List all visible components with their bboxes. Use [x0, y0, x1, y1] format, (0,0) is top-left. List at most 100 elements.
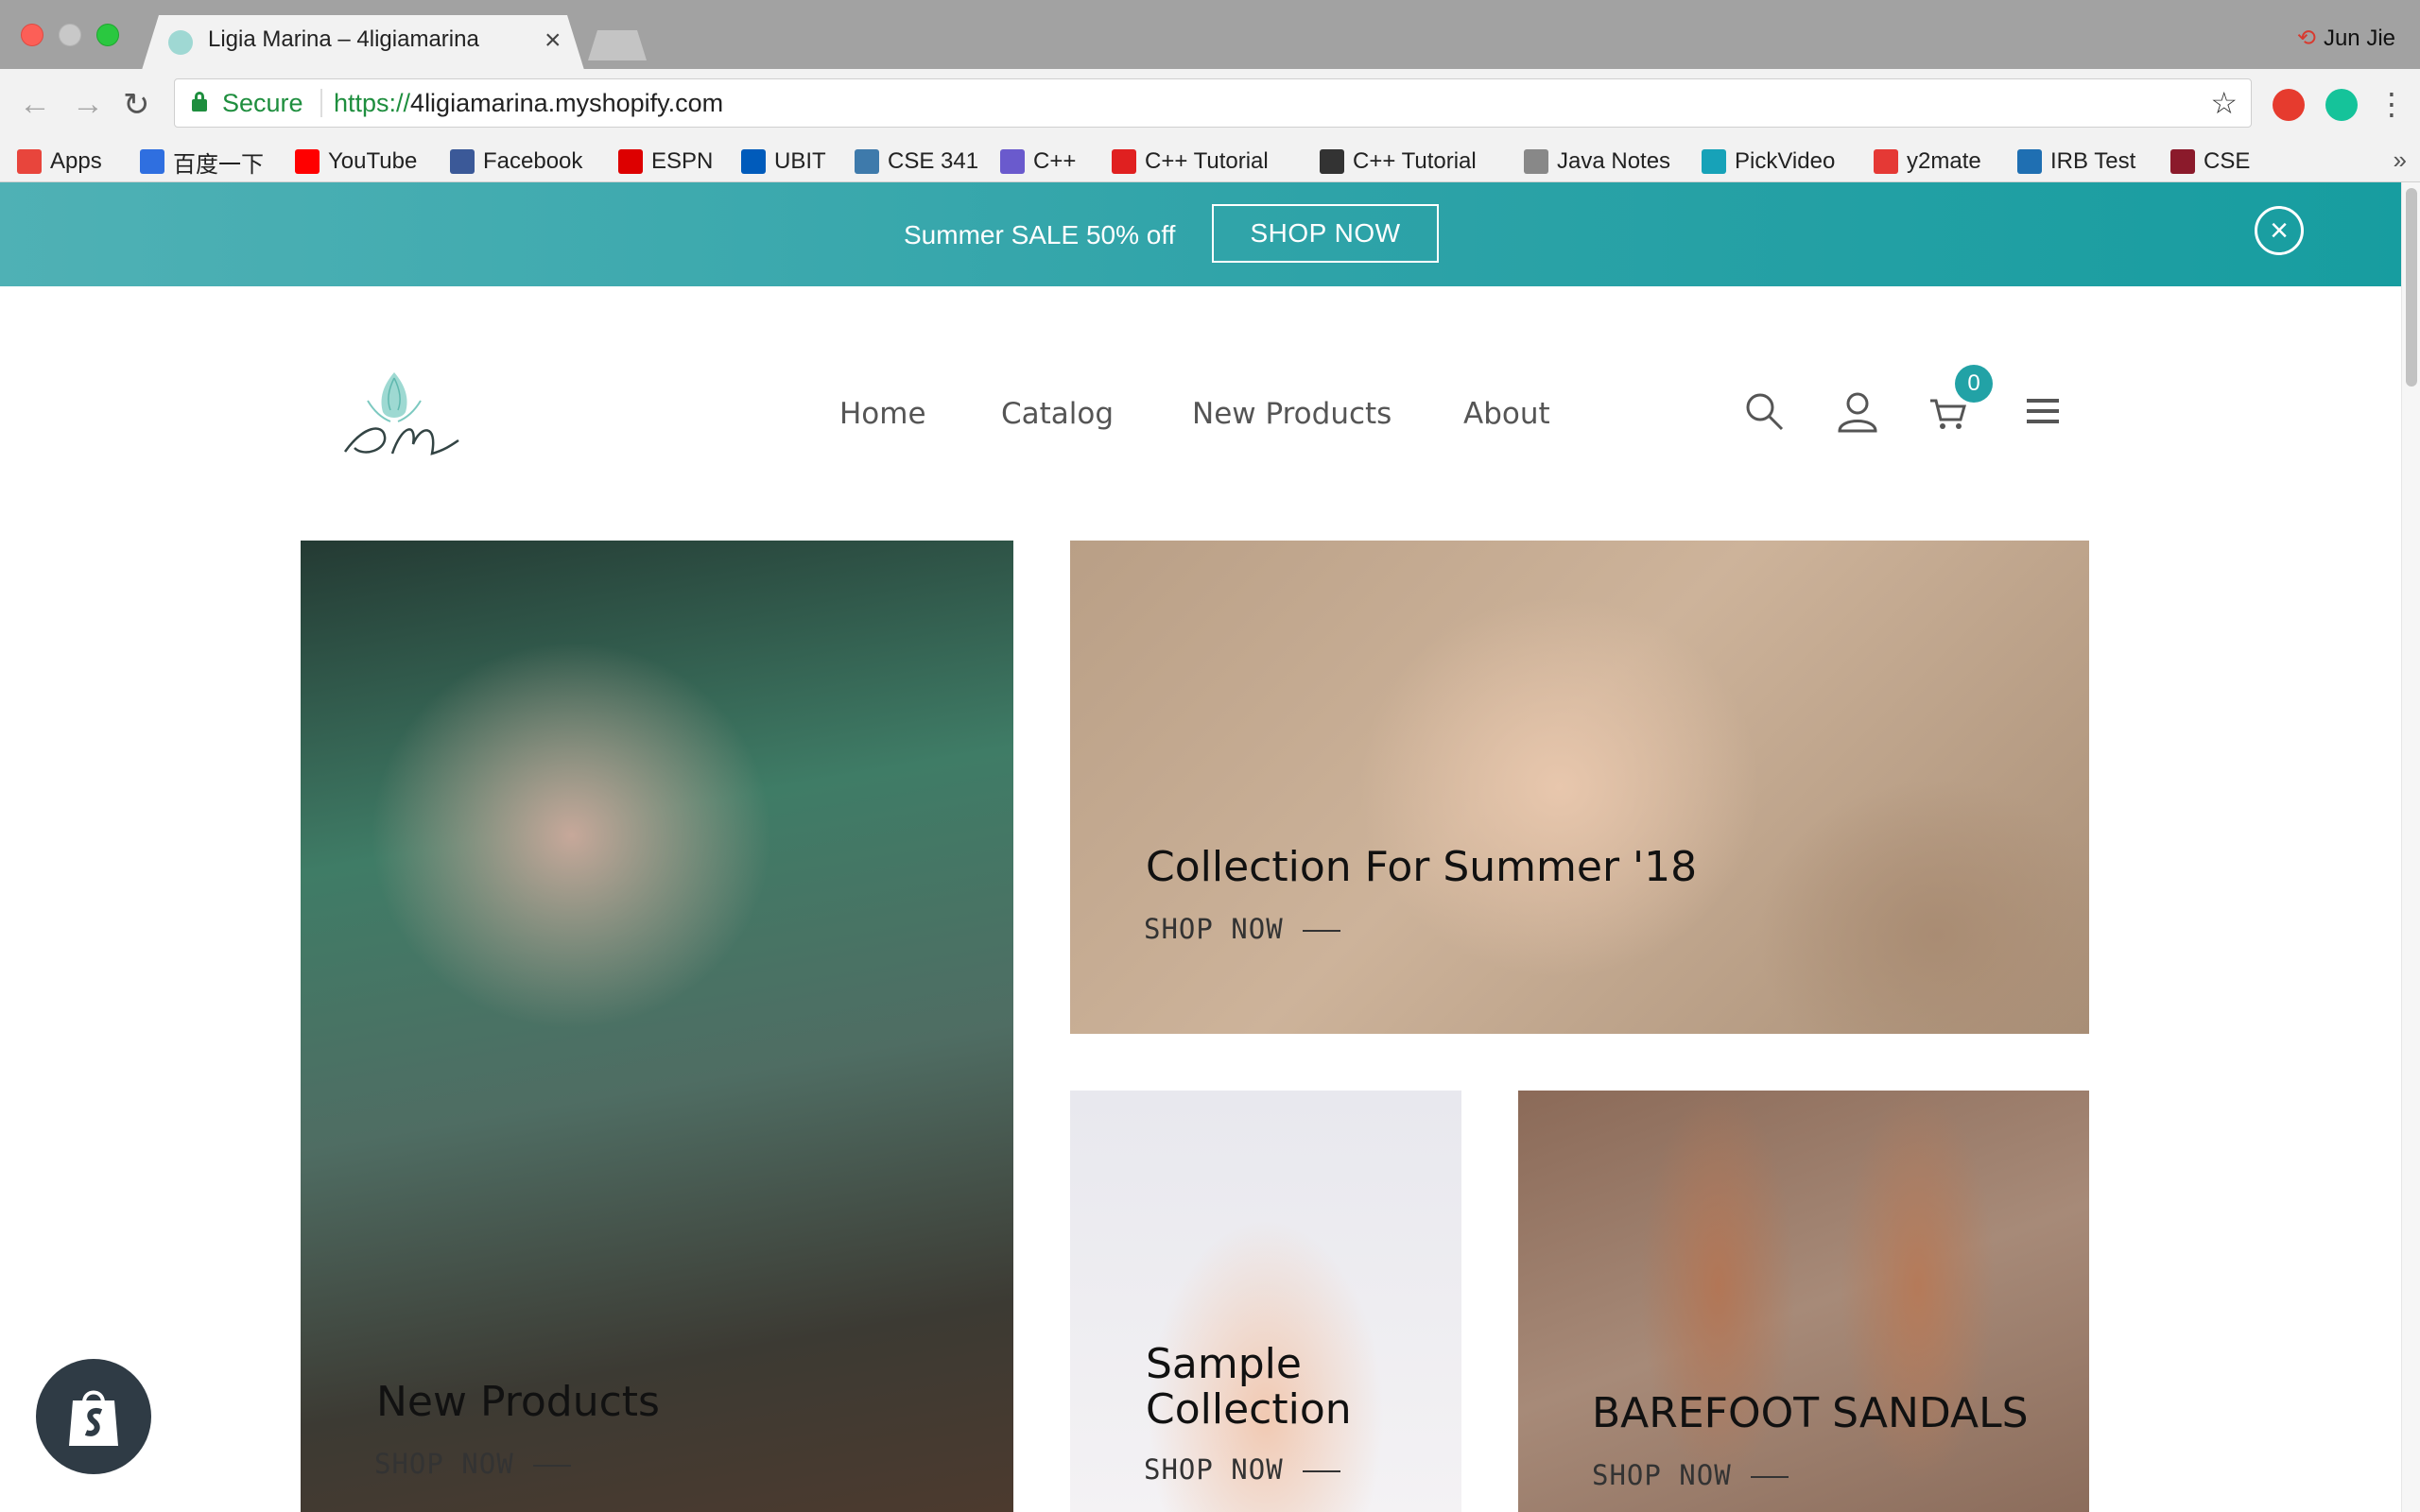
tile-new-products-link[interactable]: SHOP NOW — [374, 1448, 571, 1480]
bookmark-star-icon[interactable]: ☆ — [2210, 85, 2238, 121]
tile-new-products[interactable]: New Products SHOP NOW — [301, 541, 1013, 1512]
tile-summer-collection[interactable]: Collection For Summer '18 SHOP NOW — [1070, 541, 2089, 1034]
tile-link-label: SHOP NOW — [374, 1448, 514, 1480]
new-tab-button[interactable] — [588, 30, 647, 60]
bookmark-label: ESPN — [651, 148, 714, 174]
tile-summer-link[interactable]: SHOP NOW — [1144, 913, 1340, 945]
facebook-icon — [450, 149, 475, 174]
tile-link-label: SHOP NOW — [1144, 913, 1284, 945]
diamond-icon — [1320, 149, 1344, 174]
window-close-button[interactable] — [21, 24, 43, 46]
bookmark-label: Facebook — [483, 148, 583, 174]
tile-barefoot-sandals[interactable]: BAREFOOT SANDALS SHOP NOW — [1518, 1091, 2089, 1512]
tile-sample-title-line2: Collection — [1146, 1385, 1352, 1435]
extension-grammarly-icon[interactable] — [2325, 89, 2358, 121]
window-zoom-button[interactable] — [96, 24, 119, 46]
hamburger-menu-icon[interactable] — [2021, 389, 2065, 433]
tile-sample-link[interactable]: SHOP NOW — [1144, 1453, 1340, 1486]
tab-close-icon[interactable]: × — [544, 25, 562, 57]
store-logo[interactable] — [326, 369, 463, 463]
account-icon[interactable] — [1836, 389, 1879, 433]
profile-name: Jun Jie — [2323, 26, 2395, 51]
tile-sample-title-line1: Sample — [1146, 1340, 1302, 1388]
shopify-chat-button[interactable] — [36, 1359, 151, 1474]
tile-sample-collection[interactable]: Sample Collection SHOP NOW — [1070, 1091, 1461, 1512]
bookmarks-bar: » Apps 百度一下 YouTube Facebook ESPN UBIT CSE 341… — [0, 142, 2420, 182]
search-icon[interactable] — [1742, 389, 1786, 433]
nav-item-catalog[interactable]: Catalog — [1001, 397, 1114, 431]
piazza-icon — [855, 149, 879, 174]
bookmark-item[interactable]: 百度一下 — [140, 146, 264, 178]
promo-banner: Summer SALE 50% off SHOP NOW × — [0, 182, 2401, 286]
bookmark-item[interactable]: CSE 341 — [855, 146, 978, 178]
scrollbar-thumb[interactable] — [2406, 188, 2417, 387]
bookmark-item[interactable]: y2mate — [1874, 146, 1981, 178]
bookmark-label: 百度一下 — [173, 151, 264, 178]
tile-new-products-title: New Products — [376, 1378, 660, 1426]
browser-tab-bar: Ligia Marina – 4ligiamarina × ⟲ Jun Jie — [0, 0, 2420, 70]
nav-item-home[interactable]: Home — [839, 397, 926, 431]
browser-menu-icon[interactable]: ⋮ — [2377, 86, 2407, 122]
link-dash — [1302, 930, 1340, 932]
bookmark-item[interactable]: CSE — [2170, 146, 2250, 178]
cplusplus-red-icon — [1112, 149, 1136, 174]
tile-link-label: SHOP NOW — [1144, 1453, 1284, 1486]
bookmark-item[interactable]: UBIT — [741, 146, 826, 178]
bookmark-label: YouTube — [328, 148, 418, 174]
address-bar[interactable]: Secure https://4ligiamarina.myshopify.co… — [174, 78, 2252, 128]
youtube-icon — [295, 149, 320, 174]
espn-icon — [618, 149, 643, 174]
bookmark-item[interactable]: PickVideo — [1702, 146, 1835, 178]
bookmark-item[interactable]: YouTube — [295, 146, 417, 178]
bookmark-item[interactable]: C++ — [1000, 146, 1076, 178]
bookmarks-overflow-icon[interactable]: » — [2394, 146, 2407, 175]
promo-text: Summer SALE 50% off — [904, 220, 1176, 249]
bookmark-label: Apps — [50, 148, 102, 174]
tab-title: Ligia Marina – 4ligiamarina — [208, 26, 479, 52]
page-scrollbar[interactable] — [2401, 182, 2420, 1512]
shopify-bag-icon — [69, 1390, 118, 1446]
nav-item-about[interactable]: About — [1463, 397, 1550, 431]
bookmark-item[interactable]: Facebook — [450, 146, 582, 178]
bookmark-label: IRB Test — [2050, 148, 2136, 174]
bookmark-item[interactable]: IRB Test — [2017, 146, 2135, 178]
profile-button[interactable]: ⟲ Jun Jie — [2297, 25, 2395, 52]
site-favicon-icon — [168, 30, 193, 55]
h-icon — [2170, 149, 2195, 174]
bookmark-label: C++ Tutorial — [1145, 148, 1269, 174]
bookmark-label: Java Notes — [1557, 148, 1671, 174]
cart-count-badge: 0 — [1955, 365, 1993, 403]
tile-sample-title: Sample Collection — [1146, 1340, 1352, 1435]
link-dash — [532, 1465, 571, 1467]
tile-barefoot-link[interactable]: SHOP NOW — [1592, 1459, 1789, 1491]
link-dash — [1302, 1470, 1340, 1472]
bookmark-item[interactable]: C++ Tutorial — [1320, 146, 1477, 178]
extension-adblock-icon[interactable] — [2273, 89, 2305, 121]
forward-arrow-icon[interactable]: → — [72, 86, 104, 123]
bookmark-label: C++ Tutorial — [1353, 148, 1477, 174]
c-icon — [2017, 149, 2042, 174]
document-icon — [1524, 149, 1548, 174]
reload-icon[interactable]: ↻ — [123, 86, 150, 124]
bookmark-label: C++ — [1033, 148, 1077, 174]
security-label: Secure — [222, 89, 303, 117]
link-dash — [1750, 1476, 1789, 1478]
promo-close-icon[interactable]: × — [2255, 206, 2304, 255]
bookmark-item[interactable]: Apps — [17, 146, 102, 178]
download-icon — [1874, 149, 1898, 174]
promo-shop-now-button[interactable]: SHOP NOW — [1212, 204, 1439, 263]
bookmark-item[interactable]: ESPN — [618, 146, 713, 178]
bookmark-item[interactable]: Java Notes — [1524, 146, 1670, 178]
bookmark-label: CSE — [2204, 148, 2251, 174]
url-scheme: https:// — [334, 89, 411, 117]
url-text[interactable]: https://4ligiamarina.myshopify.com — [334, 89, 723, 118]
apps-grid-icon — [17, 149, 42, 174]
nav-item-new-products[interactable]: New Products — [1192, 397, 1392, 431]
bookmark-item[interactable]: C++ Tutorial — [1112, 146, 1269, 178]
profile-sync-icon: ⟲ — [2296, 26, 2316, 51]
window-minimize-button[interactable] — [59, 24, 81, 46]
ub-icon — [741, 149, 766, 174]
cplusplus-icon — [1000, 149, 1025, 174]
browser-toolbar: ← → ↻ Secure https://4ligiamarina.myshop… — [0, 69, 2420, 142]
back-arrow-icon[interactable]: ← — [19, 86, 51, 123]
